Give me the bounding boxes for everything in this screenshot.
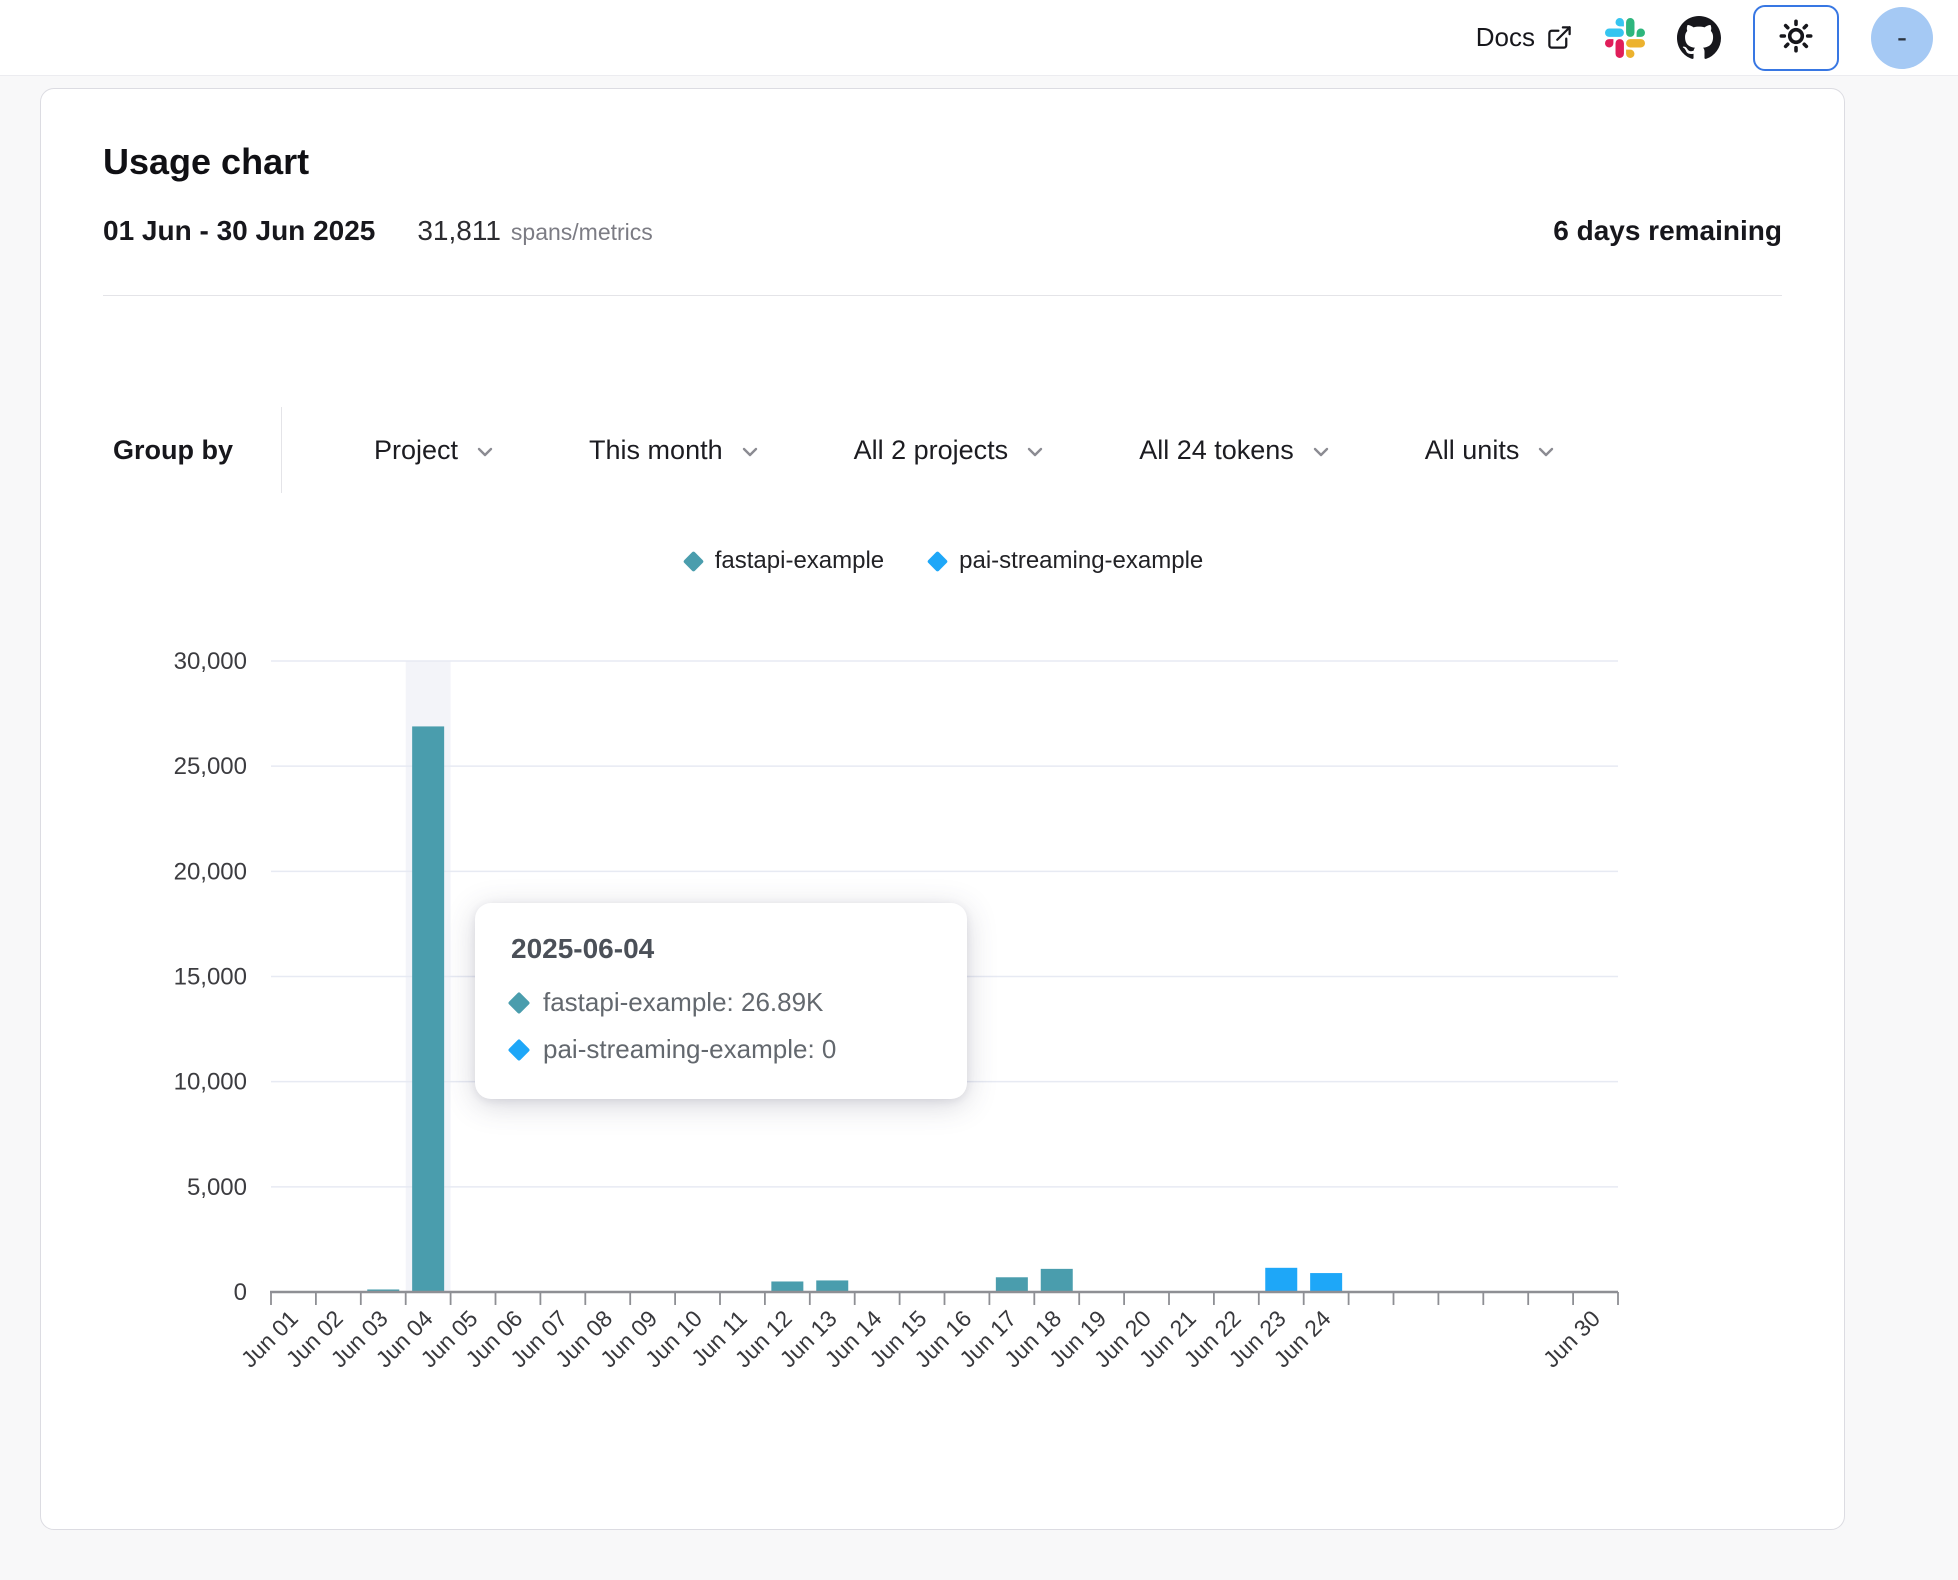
github-icon[interactable] [1677, 16, 1721, 60]
legend-label: pai-streaming-example [959, 547, 1203, 575]
filter-dropdown-all-24-tokens[interactable]: All 24 tokens [1139, 435, 1333, 466]
y-axis-tick-label: 0 [234, 1279, 247, 1306]
usage-chart-card: Usage chart 01 Jun - 30 Jun 2025 31,811 … [40, 88, 1845, 1530]
y-axis-tick-label: 15,000 [174, 964, 247, 991]
tooltip-series-value: pai-streaming-example: 0 [543, 1034, 836, 1065]
diamond-marker-icon [508, 991, 531, 1014]
tooltip-series-value: fastapi-example: 26.89K [543, 987, 823, 1018]
chart-tooltip: 2025-06-04 fastapi-example: 26.89K pai-st… [475, 903, 967, 1099]
y-axis-tick-label: 25,000 [174, 753, 247, 780]
filter-dropdown-project[interactable]: Project [374, 435, 497, 466]
theme-toggle-button[interactable] [1753, 5, 1839, 71]
top-navigation-bar: Docs [0, 0, 1958, 76]
y-axis-tick-label: 30,000 [174, 648, 247, 675]
page-title: Usage chart [103, 141, 309, 183]
filter-dropdown-all-units[interactable]: All units [1425, 435, 1559, 466]
y-axis-tick-label: 5,000 [187, 1174, 247, 1201]
bar-jun-12-fastapi-example[interactable] [771, 1281, 803, 1292]
bar-jun-04-fastapi-example[interactable] [412, 726, 444, 1292]
group-by-label: Group by [113, 435, 233, 466]
tooltip-date: 2025-06-04 [511, 933, 931, 965]
dropdown-selected-value: This month [589, 435, 723, 466]
y-axis-tick-label: 10,000 [174, 1069, 247, 1096]
chart-legend: fastapi-example pai-streaming-example [271, 547, 1618, 575]
dropdown-selected-value: All 2 projects [854, 435, 1009, 466]
legend-item-pai-streaming-example[interactable]: pai-streaming-example [930, 547, 1203, 575]
dropdown-selected-value: All 24 tokens [1139, 435, 1294, 466]
x-axis-tick-label: Jun 30 [1538, 1305, 1605, 1372]
chevron-down-icon [1023, 436, 1047, 464]
diamond-marker-icon [927, 550, 948, 571]
y-axis-tick-label: 20,000 [174, 858, 247, 885]
slack-icon[interactable] [1605, 18, 1645, 58]
sun-icon [1778, 18, 1814, 57]
tooltip-row-pai-streaming-example: pai-streaming-example: 0 [511, 1034, 931, 1065]
avatar-label: - [1897, 21, 1907, 55]
filter-dropdown-all-2-projects[interactable]: All 2 projects [854, 435, 1048, 466]
dropdown-selected-value: All units [1425, 435, 1520, 466]
bar-jun-24-pai-streaming-example[interactable] [1310, 1273, 1342, 1292]
external-link-icon [1546, 24, 1573, 51]
docs-link[interactable]: Docs [1476, 22, 1573, 53]
filter-dropdowns: Project This month All 2 projects All 24 to… [282, 435, 1558, 466]
chevron-down-icon [473, 436, 497, 464]
chevron-down-icon [1309, 436, 1333, 464]
diamond-marker-icon [683, 550, 704, 571]
bar-jun-13-fastapi-example[interactable] [816, 1280, 848, 1292]
total-spans-count: 31,811 [417, 215, 501, 247]
total-spans-unit: spans/metrics [511, 219, 653, 246]
chevron-down-icon [1534, 436, 1558, 464]
filter-bar: Group by Project This month All 2 projects… [113, 415, 1558, 485]
user-avatar[interactable]: - [1871, 7, 1933, 69]
bar-jun-18-fastapi-example[interactable] [1041, 1269, 1073, 1292]
diamond-marker-icon [508, 1038, 531, 1061]
usage-meta-row: 01 Jun - 30 Jun 2025 31,811 spans/metric… [103, 215, 1782, 247]
docs-link-label: Docs [1476, 22, 1535, 53]
header-divider [103, 295, 1782, 296]
legend-label: fastapi-example [715, 547, 884, 575]
days-remaining: 6 days remaining [1553, 215, 1782, 247]
bar-jun-23-pai-streaming-example[interactable] [1265, 1268, 1297, 1292]
legend-item-fastapi-example[interactable]: fastapi-example [686, 547, 884, 575]
date-range: 01 Jun - 30 Jun 2025 [103, 215, 375, 247]
tooltip-row-fastapi-example: fastapi-example: 26.89K [511, 987, 931, 1018]
bar-jun-17-fastapi-example[interactable] [996, 1277, 1028, 1292]
chevron-down-icon [738, 436, 762, 464]
dropdown-selected-value: Project [374, 435, 458, 466]
filter-dropdown-this-month[interactable]: This month [589, 435, 762, 466]
